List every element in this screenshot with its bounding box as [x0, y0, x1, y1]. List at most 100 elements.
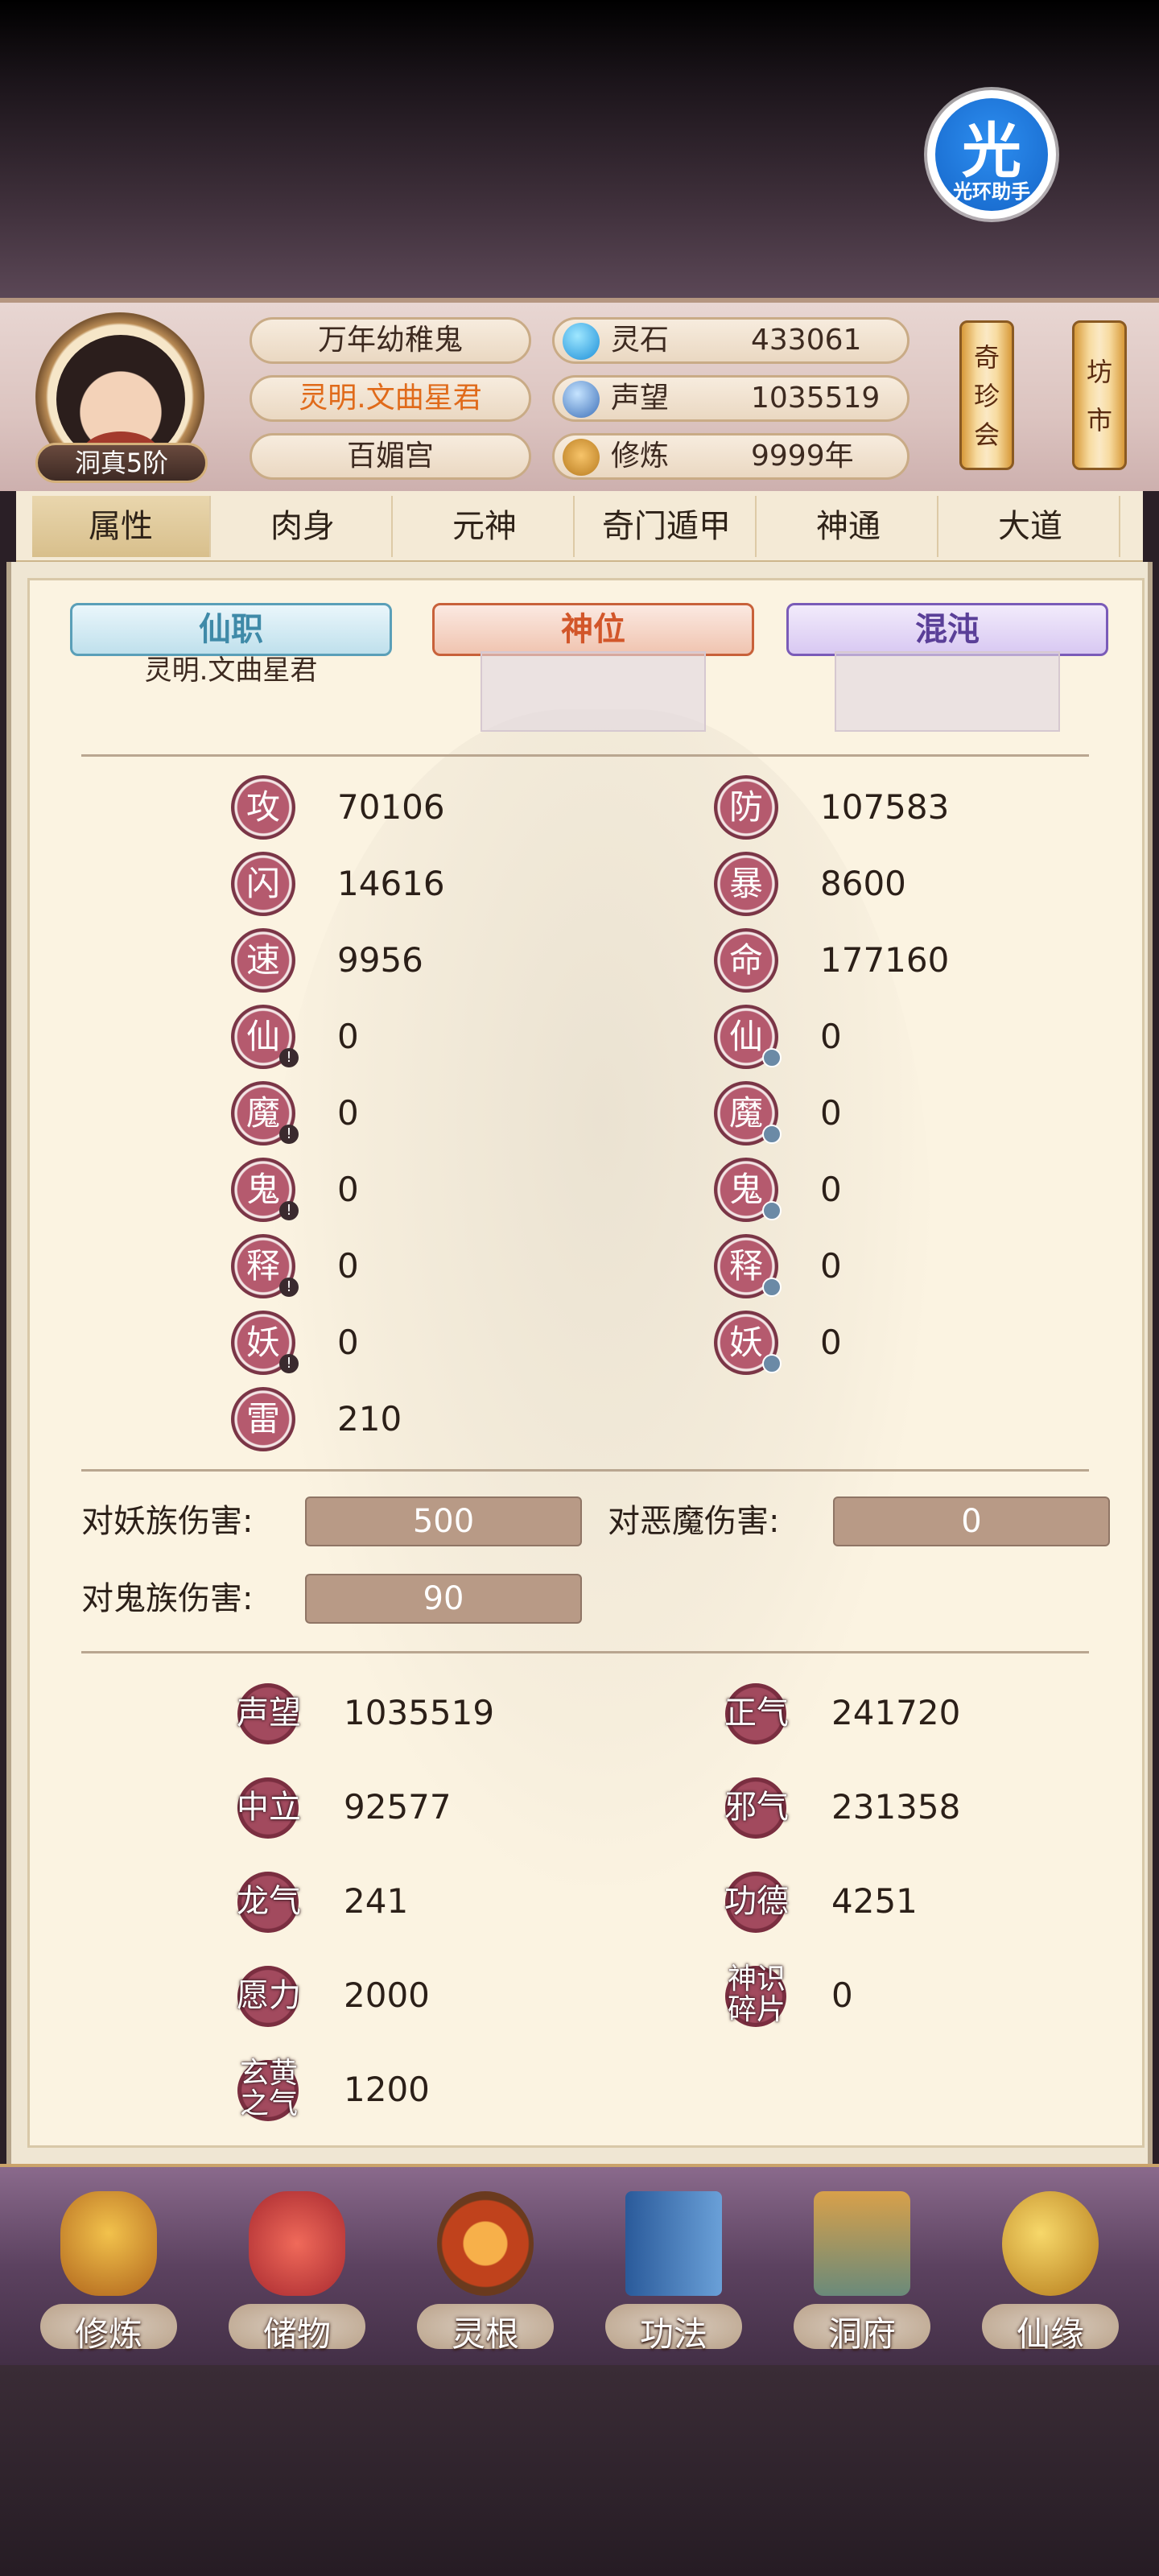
- nav-spirit-root[interactable]: 灵根: [409, 2183, 562, 2354]
- stat-value: 0: [820, 1323, 842, 1362]
- technique-book-icon: [625, 2191, 722, 2296]
- header: 洞真5阶 万年幼稚鬼 灵明.文曲星君 百媚宫 灵石 433061 声望 1035…: [0, 298, 1159, 491]
- tab-body[interactable]: 肉身: [214, 496, 393, 557]
- slot-immortal-post[interactable]: 仙职 灵明.文曲星君: [70, 603, 392, 687]
- sect-pill[interactable]: 百媚宫: [250, 433, 531, 480]
- spirit-stone-icon: [563, 323, 600, 360]
- stat-buddha-attack: 释 ! 0: [231, 1234, 553, 1298]
- nav-fate[interactable]: 仙缘: [974, 2183, 1127, 2354]
- nav-cultivate[interactable]: 修炼: [32, 2183, 185, 2354]
- misc-merit: 功德 4251: [719, 1865, 1057, 1938]
- stat-value: 0: [820, 1093, 842, 1133]
- tab-dao[interactable]: 大道: [942, 496, 1120, 557]
- nav-label: 修炼: [74, 2314, 142, 2354]
- nav-techniques[interactable]: 功法: [597, 2183, 750, 2354]
- cave-mansion-icon: [814, 2191, 910, 2296]
- seal-label: 玄黄之气: [239, 2057, 298, 2120]
- assistant-icon: 光 光环助手: [935, 98, 1048, 211]
- stat-value: 210: [337, 1399, 402, 1439]
- stat-value: 70106: [337, 787, 445, 827]
- stat-thunder: 雷 210: [231, 1387, 553, 1451]
- attack-mark-icon: !: [279, 1278, 299, 1297]
- stat-hp: 命 177160: [714, 928, 1036, 993]
- seal-label: 愿力: [237, 1977, 301, 2014]
- seal-icon: 中立: [231, 1771, 307, 1843]
- resource-prestige: 声望 1035519: [552, 375, 909, 422]
- storage-bag-icon: [249, 2191, 345, 2296]
- resource-value: 1035519: [751, 382, 881, 415]
- nav-cave-mansion[interactable]: 洞府: [786, 2183, 938, 2354]
- market-button[interactable]: 坊 市: [1072, 320, 1127, 470]
- misc-value: 0: [831, 1975, 853, 2015]
- treasure-fair-label-2: 珍: [973, 381, 1000, 411]
- stat-value: 9956: [337, 940, 423, 980]
- divider: [81, 1651, 1089, 1653]
- damage-bar: 500: [305, 1496, 582, 1546]
- seal-icon: 玄黄之气: [231, 2054, 307, 2126]
- damage-bar: 90: [305, 1574, 582, 1624]
- slot-divine-rank[interactable]: 神位: [432, 603, 754, 732]
- cultivate-icon: [60, 2191, 157, 2296]
- misc-neutral: 中立 92577: [231, 1771, 569, 1843]
- divider: [81, 754, 1089, 757]
- stat-value: 107583: [820, 787, 950, 827]
- seal-icon: 神识碎片: [719, 1959, 794, 2032]
- attributes-panel: 仙职 灵明.文曲星君 神位 混沌 攻 70106 闪 14616 速 9956 …: [6, 562, 1153, 2164]
- attributes-inner: 仙职 灵明.文曲星君 神位 混沌 攻 70106 闪 14616 速 9956 …: [27, 578, 1145, 2148]
- nav-label: 洞府: [827, 2314, 896, 2354]
- assistant-button[interactable]: 光 光环助手: [927, 90, 1056, 219]
- treasure-fair-button[interactable]: 奇 珍 会: [959, 320, 1014, 470]
- treasure-fair-label-1: 奇: [973, 342, 1000, 373]
- stat-badge: 命: [714, 928, 778, 993]
- assistant-label: 光环助手: [953, 180, 1030, 203]
- misc-evil-qi: 邪气 231358: [719, 1771, 1057, 1843]
- stat-value: 0: [820, 1017, 842, 1056]
- defense-mark-icon: [762, 1354, 782, 1373]
- stat-value: 0: [337, 1093, 359, 1133]
- title-pill[interactable]: 万年幼稚鬼: [250, 317, 531, 364]
- spirit-root-icon: [437, 2191, 534, 2296]
- tab-spirit[interactable]: 元神: [396, 496, 575, 557]
- misc-wish-power: 愿力 2000: [231, 1959, 569, 2032]
- nav-label: 功法: [639, 2314, 707, 2354]
- attack-mark-icon: !: [279, 1201, 299, 1220]
- seal-label: 中立: [237, 1789, 301, 1826]
- tab-attributes[interactable]: 属性: [32, 496, 211, 557]
- stat-badge: 防: [714, 775, 778, 840]
- stat-critical: 暴 8600: [714, 852, 1036, 916]
- misc-value: 1035519: [344, 1693, 495, 1732]
- stat-ghost-defense: 鬼 0: [714, 1158, 1036, 1222]
- treasure-fair-label-3: 会: [973, 419, 1000, 450]
- slot-chaos[interactable]: 混沌: [786, 603, 1108, 732]
- misc-value: 231358: [831, 1787, 961, 1827]
- seal-label: 神识碎片: [727, 1963, 786, 2026]
- seal-label: 功德: [724, 1883, 789, 1920]
- nav-storage[interactable]: 储物: [221, 2183, 373, 2354]
- seal-label: 声望: [237, 1695, 301, 1732]
- stat-buddha-defense: 释 0: [714, 1234, 1036, 1298]
- title-pill-active[interactable]: 灵明.文曲星君: [250, 375, 531, 422]
- slot-title: 混沌: [786, 603, 1108, 656]
- misc-xuanhuang-qi: 玄黄之气 1200: [231, 2054, 569, 2126]
- misc-value: 1200: [344, 2070, 430, 2109]
- divider: [81, 1469, 1089, 1472]
- rank-badge: 洞真5阶: [35, 443, 208, 483]
- seal-label: 邪气: [724, 1789, 789, 1826]
- attack-mark-icon: !: [279, 1125, 299, 1144]
- stat-badge: 闪: [231, 852, 295, 916]
- misc-value: 2000: [344, 1975, 430, 2015]
- market-label-1: 坊: [1086, 357, 1112, 387]
- tab-bar: 属性 肉身 元神 奇门遁甲 神通 大道: [16, 491, 1143, 562]
- tab-qimen[interactable]: 奇门遁甲: [578, 496, 757, 557]
- stat-value: 0: [337, 1323, 359, 1362]
- stat-immortal-attack: 仙 ! 0: [231, 1005, 553, 1069]
- stat-value: 0: [337, 1170, 359, 1209]
- stat-badge: 暴: [714, 852, 778, 916]
- stat-value: 14616: [337, 864, 445, 903]
- misc-value: 241720: [831, 1693, 961, 1732]
- tab-abilities[interactable]: 神通: [760, 496, 938, 557]
- stat-demon-attack: 魔 ! 0: [231, 1081, 553, 1146]
- nav-label: 灵根: [451, 2314, 519, 2354]
- defense-mark-icon: [762, 1125, 782, 1144]
- defense-mark-icon: [762, 1278, 782, 1297]
